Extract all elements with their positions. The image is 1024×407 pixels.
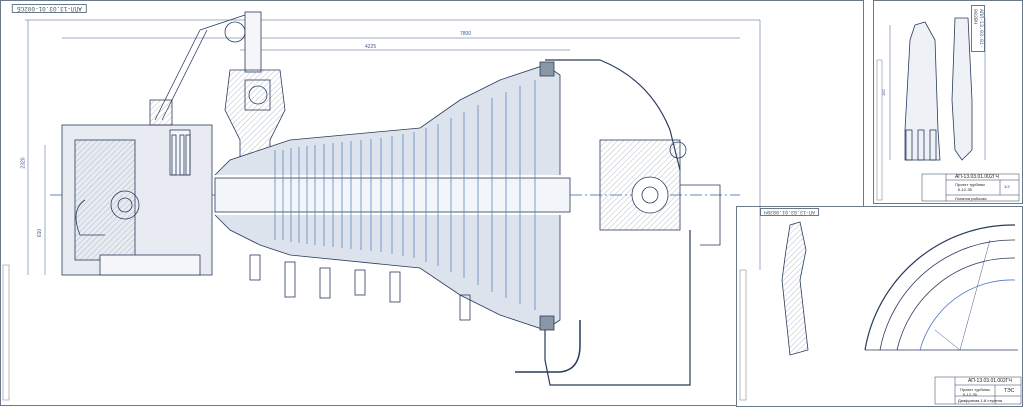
- blade-profile-front: [904, 21, 941, 161]
- technical-drawing-canvas: [2, 11, 1022, 405]
- blade-title-line2: К-12-35: [958, 187, 972, 192]
- blade-subtitle: Лопатка рабочая: [955, 196, 987, 201]
- rear-bearing-housing: [599, 139, 721, 246]
- dimension-span: 4225: [365, 44, 377, 50]
- front-bearing-housing: [61, 124, 213, 276]
- disk-organization: ТЭС: [1004, 388, 1015, 394]
- blade-profile-side: [951, 17, 973, 161]
- blade-detail: [889, 17, 986, 161]
- disk-subtitle: Диафрагма 1-й ступени: [958, 398, 1003, 403]
- disk-title-line2: К-12-35: [963, 392, 977, 397]
- rotor-drum: [214, 177, 571, 213]
- turbine-section: [25, 11, 761, 386]
- blade-drawing-code: АП-13.03.01.002ГЧ: [955, 174, 999, 180]
- blade-sheet-number: 1:2: [1004, 184, 1010, 189]
- dimension-small: 610: [37, 228, 44, 238]
- casing-lower: [214, 214, 561, 331]
- diaphragm-section: [781, 221, 809, 356]
- dimension-height: 2320: [20, 157, 27, 169]
- blade-dimension: 182: [880, 89, 886, 96]
- dimension-overall: 7800: [460, 31, 472, 37]
- diaphragm-detail: [781, 221, 1018, 356]
- disk-drawing-code: АП-13.03.01.002ГЧ: [968, 378, 1012, 384]
